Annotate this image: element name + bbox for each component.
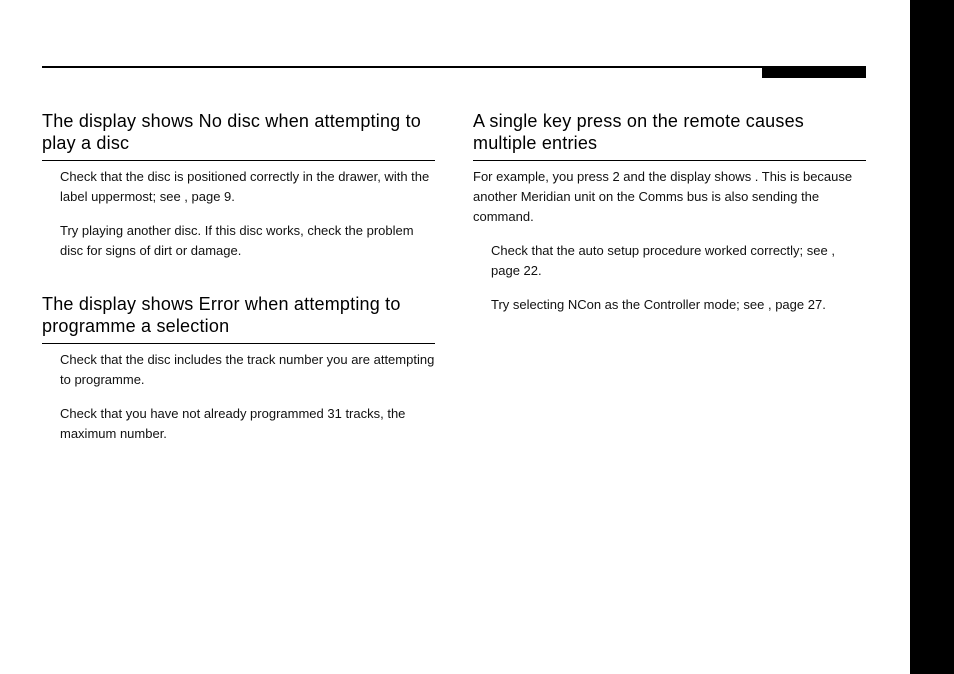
right-column: A single key press on the remote causes …: [473, 110, 866, 458]
spacer: [42, 275, 435, 293]
left-column: The display shows No disc when attemptin…: [42, 110, 435, 458]
page: The display shows No disc when attemptin…: [0, 0, 954, 674]
right-margin-bar: [910, 0, 954, 674]
intro-paragraph: For example, you press 2 and the display…: [473, 167, 866, 227]
section-heading-no-disc: The display shows No disc when attemptin…: [42, 110, 435, 161]
bullet-text: Check that the disc includes the track n…: [60, 350, 435, 390]
two-column-layout: The display shows No disc when attemptin…: [42, 66, 866, 458]
bullet-text: Check that the disc is positioned correc…: [60, 167, 435, 207]
bullet-text: Check that you have not already programm…: [60, 404, 435, 444]
section-heading-remote-multiple: A single key press on the remote causes …: [473, 110, 866, 161]
section-heading-error: The display shows Error when attempting …: [42, 293, 435, 344]
bullet-text: Check that the auto setup procedure work…: [491, 241, 866, 281]
content-area: The display shows No disc when attemptin…: [42, 66, 866, 458]
bullet-text: Try selecting NCon as the Controller mod…: [491, 295, 866, 315]
bullet-text: Try playing another disc. If this disc w…: [60, 221, 435, 261]
